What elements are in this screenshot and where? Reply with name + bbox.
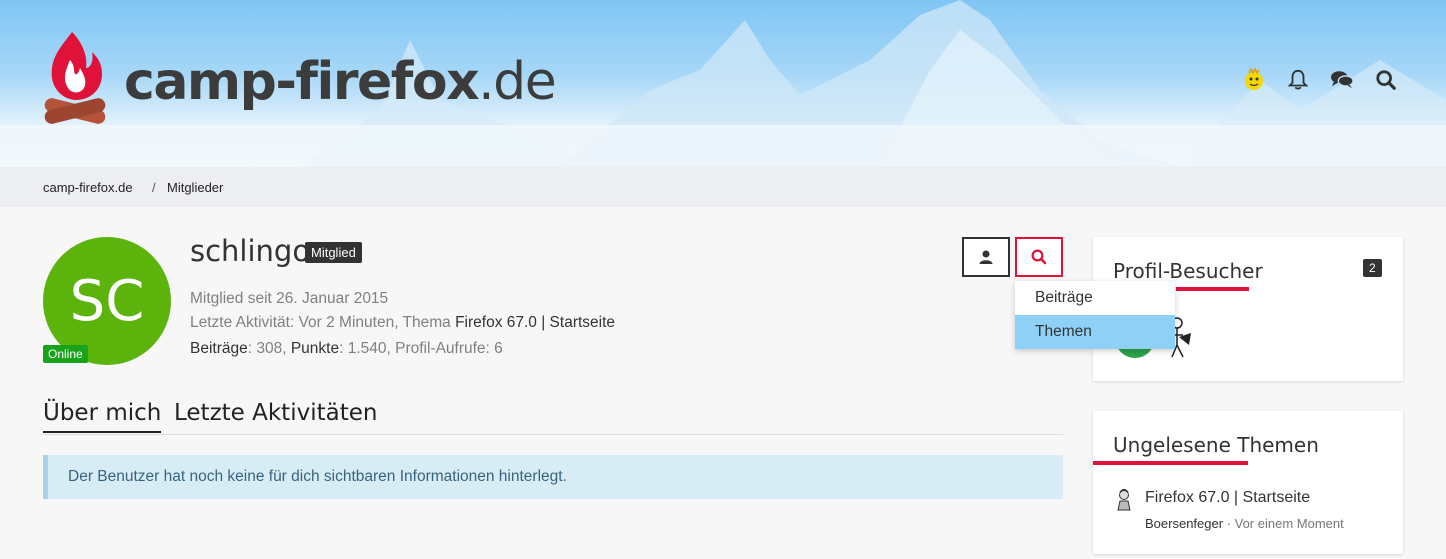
online-badge: Online: [43, 345, 88, 363]
points-value: : 1.540, Profil-Aufrufe: 6: [339, 340, 503, 357]
profile-visitors-title: Profil-Besucher: [1113, 259, 1263, 283]
info-message: Der Benutzer hat noch keine für dich sic…: [43, 455, 1063, 499]
user-avatar-icon[interactable]: [1232, 64, 1276, 96]
last-activity: Letzte Aktivität: Vor 2 Minuten, Thema F…: [190, 314, 615, 332]
unread-topics-title: Ungelesene Themen: [1113, 433, 1319, 457]
profile-tabs: Über mich Letzte Aktivitäten: [43, 400, 1063, 435]
breadcrumb-separator: /: [152, 180, 156, 195]
member-since: Mitglied seit 26. Januar 2015: [190, 290, 389, 307]
search-dropdown-menu: Beiträge Themen: [1015, 281, 1175, 349]
posts-value: : 308,: [247, 340, 291, 357]
profile-username: schlingo: [190, 234, 311, 268]
posts-label[interactable]: Beiträge: [190, 340, 248, 357]
title-underline: [1176, 287, 1249, 291]
visitor-count-badge: 2: [1363, 259, 1382, 277]
last-activity-topic-link[interactable]: Firefox 67.0 | Startseite: [455, 314, 615, 331]
unread-topic-meta: Boersenfeger · Vor einem Moment: [1145, 516, 1344, 531]
logo-tld-text: .de: [478, 52, 557, 112]
search-icon[interactable]: [1364, 64, 1408, 96]
author-avatar-icon: [1117, 488, 1131, 511]
profile-stats: Beiträge: 308, Punkte: 1.540, Profil-Auf…: [190, 340, 503, 358]
breadcrumb-current[interactable]: Mitglieder: [167, 180, 223, 195]
topic-author-avatar[interactable]: [1115, 488, 1133, 516]
breadcrumb: camp-firefox.de / Mitglieder: [0, 167, 1446, 207]
search-icon: [1031, 249, 1047, 265]
campfire-logo-icon: [44, 32, 106, 124]
follow-user-button[interactable]: [962, 237, 1010, 277]
chat-icon[interactable]: [1320, 64, 1364, 96]
site-logo[interactable]: [40, 30, 110, 130]
unread-topic-link[interactable]: Firefox 67.0 | Startseite: [1145, 489, 1310, 507]
dropdown-item-themen[interactable]: Themen: [1015, 315, 1175, 349]
site-header: camp-firefox.de: [0, 0, 1446, 167]
rank-badge: Mitglied: [305, 242, 362, 263]
header-user-menu: [1232, 64, 1408, 96]
title-underline: [1093, 461, 1248, 465]
bell-icon[interactable]: [1276, 64, 1320, 96]
unread-topics-box: Ungelesene Themen Firefox 67.0 | Startse…: [1093, 411, 1403, 554]
last-activity-prefix: Letzte Aktivität: Vor 2 Minuten, Thema: [190, 314, 456, 331]
breadcrumb-home-link[interactable]: camp-firefox.de: [43, 180, 133, 195]
dropdown-item-beitraege[interactable]: Beiträge: [1015, 281, 1175, 315]
logo-main-text: camp-firefox: [124, 52, 480, 112]
topic-time: · Vor einem Moment: [1223, 516, 1344, 531]
topic-author-link[interactable]: Boersenfeger: [1145, 516, 1223, 531]
points-label[interactable]: Punkte: [291, 340, 339, 357]
site-logo-text[interactable]: camp-firefox.de: [124, 52, 557, 112]
search-user-content-button[interactable]: [1015, 237, 1063, 277]
user-icon: [979, 250, 993, 264]
tab-about-me[interactable]: Über mich: [43, 400, 162, 433]
tab-recent-activity[interactable]: Letzte Aktivitäten: [174, 400, 377, 431]
